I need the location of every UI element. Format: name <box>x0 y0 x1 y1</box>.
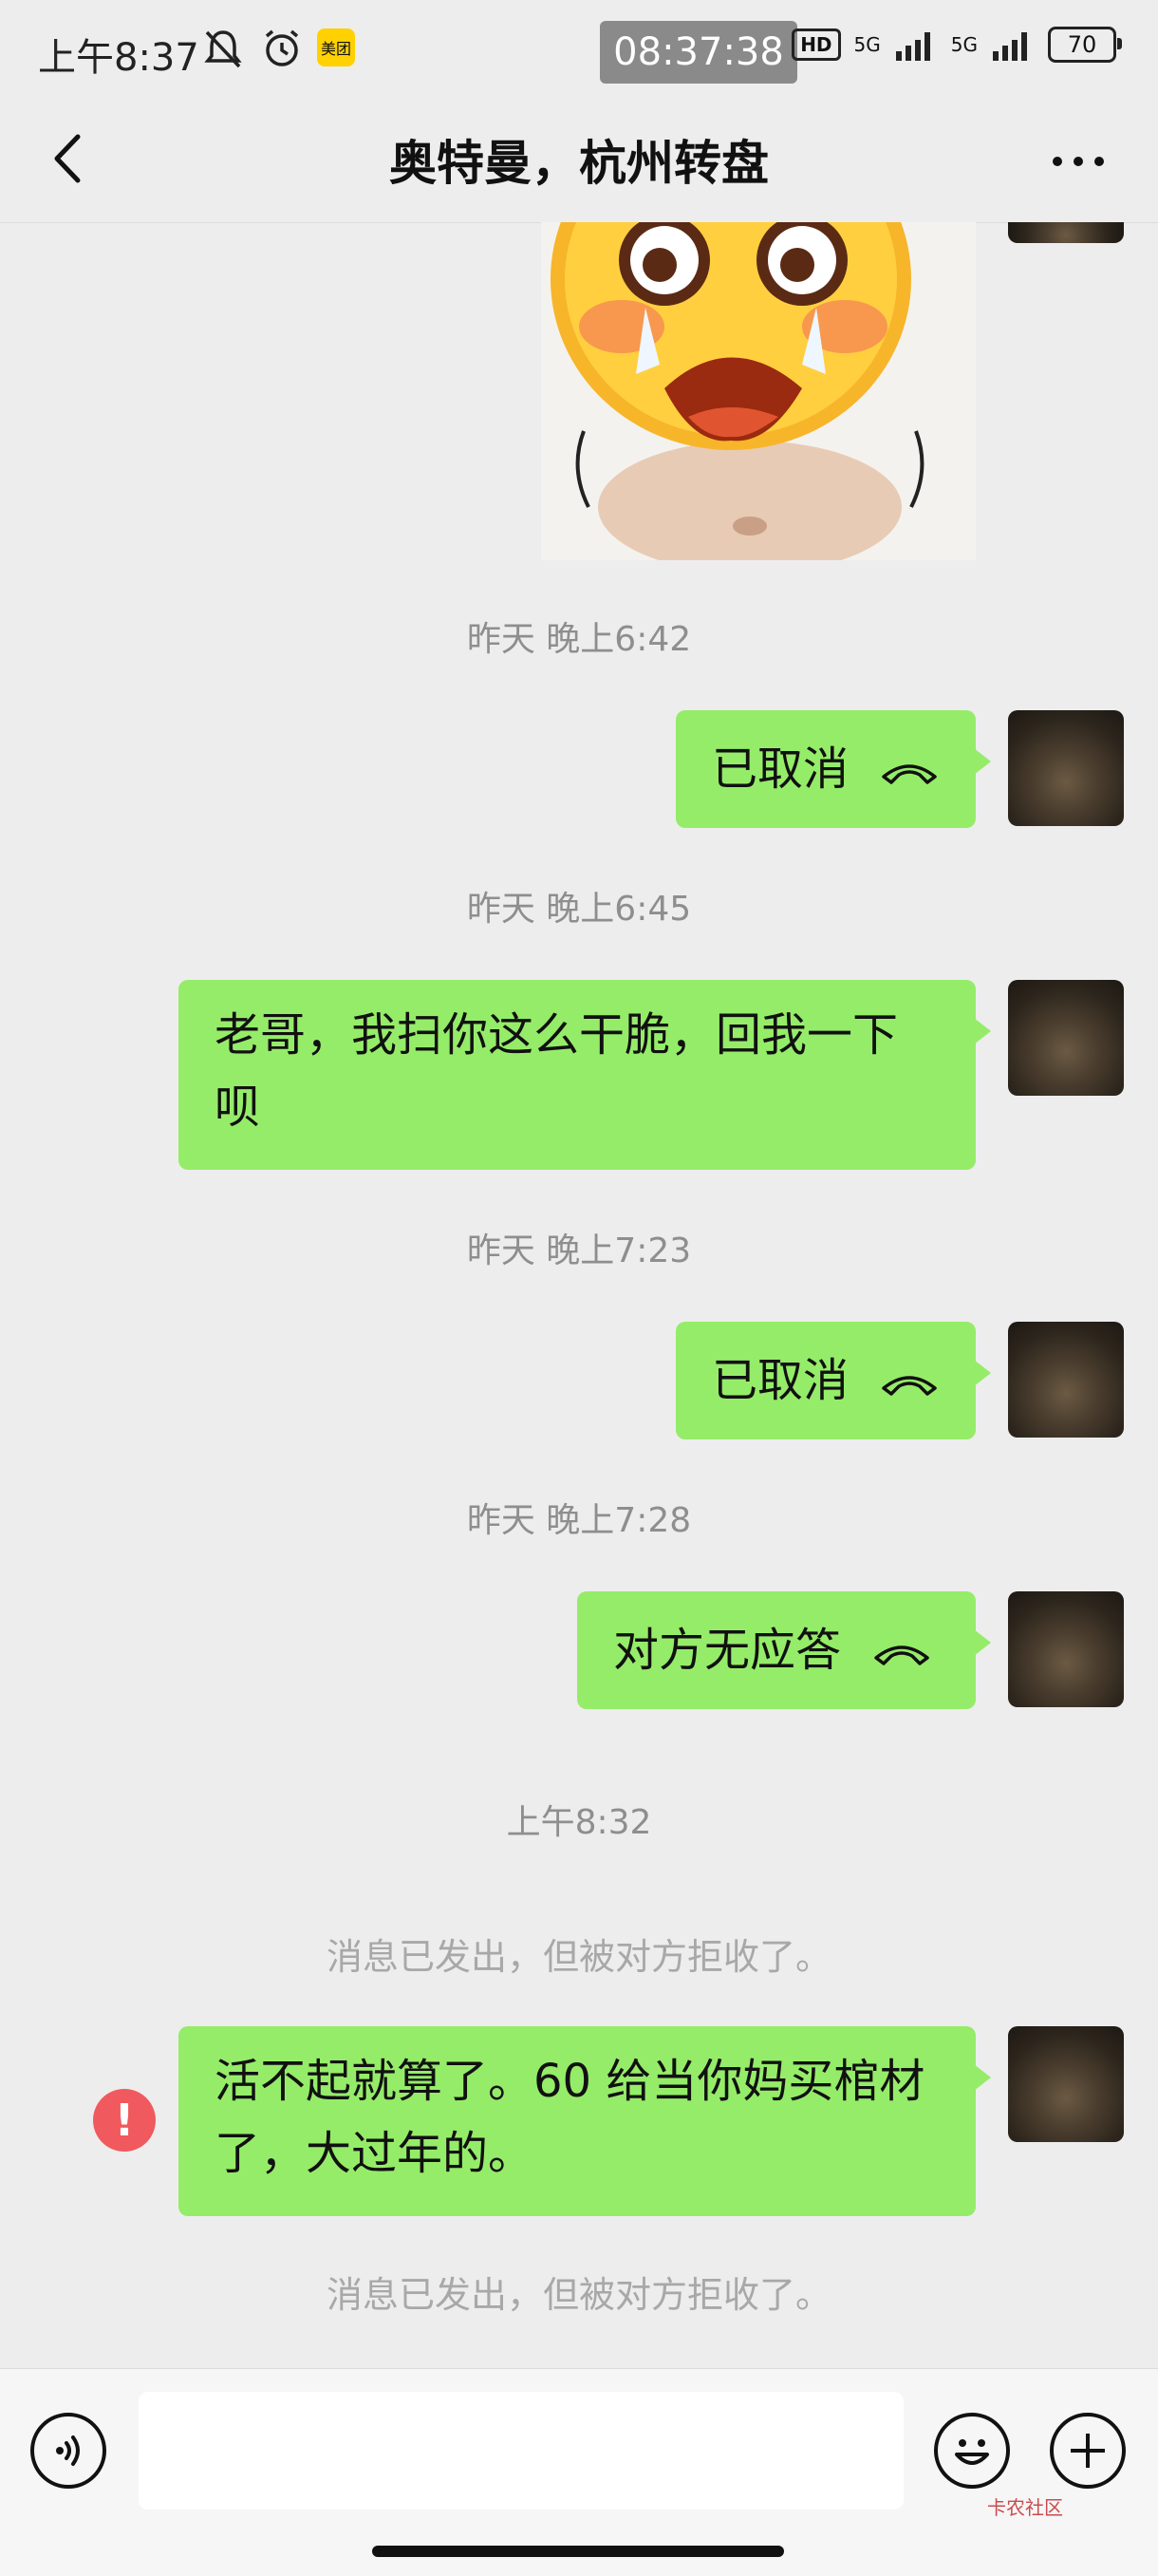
my-avatar[interactable] <box>1008 2026 1124 2142</box>
clock-overlay: 08:37:38 <box>600 21 797 84</box>
alarm-icon <box>265 29 299 66</box>
rejected-notice: 消息已发出，但被对方拒收了。 <box>326 2274 831 2316</box>
watermark: 卡农社区 <box>987 2496 1063 2519</box>
hd-badge: HD <box>792 28 841 61</box>
emoji-icon <box>955 2439 989 2465</box>
message-bubble[interactable]: 活不起就算了。60 给当你妈买棺材了，大过年的。 <box>178 2026 991 2216</box>
signal-icon <box>895 32 930 61</box>
chat-header: 奥特曼，杭州转盘 <box>0 104 1158 223</box>
my-avatar[interactable] <box>1008 1591 1124 1707</box>
network-1: 5G <box>853 33 881 56</box>
my-avatar[interactable] <box>1008 1322 1124 1438</box>
voice-icon <box>56 2435 80 2466</box>
timestamp: 昨天 晚上6:42 <box>466 620 692 659</box>
message-bubble[interactable]: 老哥，我扫你这么干脆，回我一下呗 <box>178 980 991 1170</box>
sticker-image[interactable] <box>541 222 976 560</box>
rejected-notice: 消息已发出，但被对方拒收了。 <box>326 1936 831 1978</box>
error-icon[interactable]: ! <box>93 2089 156 2152</box>
timestamp: 昨天 晚上7:23 <box>466 1232 692 1270</box>
timestamp: 昨天 晚上6:45 <box>466 890 692 929</box>
my-avatar[interactable] <box>1008 222 1124 243</box>
home-indicator[interactable] <box>372 2546 784 2557</box>
plus-icon <box>1071 2434 1105 2468</box>
network-2: 5G <box>950 33 978 56</box>
call-record-bubble[interactable]: 已取消 <box>676 1322 991 1439</box>
input-bar: 卡农社区 <box>0 2368 1158 2576</box>
my-avatar[interactable] <box>1008 980 1124 1096</box>
call-status-text: 已取消 <box>712 743 850 796</box>
battery-indicator: 70 <box>1048 27 1122 63</box>
phone-hangup-icon <box>874 1645 930 1665</box>
chat-title: 奥特曼，杭州转盘 <box>389 136 769 191</box>
status-indicators: HD 5G 5G 70 <box>792 27 1122 63</box>
phone-hangup-icon <box>882 764 938 784</box>
message-input[interactable] <box>139 2392 904 2510</box>
more-icon[interactable] <box>1040 133 1116 190</box>
voice-button[interactable] <box>30 2413 106 2489</box>
my-avatar[interactable] <box>1008 710 1124 826</box>
timestamp: 上午8:32 <box>506 1803 652 1842</box>
plus-button[interactable] <box>1050 2413 1126 2489</box>
call-status-text: 已取消 <box>712 1354 850 1407</box>
message-text: 老哥，我扫你这么干脆，回我一下呗 <box>215 1008 899 1134</box>
meituan-icon: 美团 <box>317 28 355 66</box>
call-status-text: 对方无应答 <box>613 1624 842 1677</box>
timestamp: 昨天 晚上7:28 <box>466 1501 692 1540</box>
mute-bell-icon <box>204 30 242 68</box>
status-bar: 上午8:37 美团 08:37:38 HD 5G 5G 70 <box>0 0 1158 104</box>
signal-icon <box>993 32 1027 61</box>
call-record-bubble[interactable]: 对方无应答 <box>577 1591 991 1709</box>
phone-hangup-icon <box>882 1376 938 1396</box>
status-time: 上午8:37 <box>38 36 199 80</box>
emoji-button[interactable] <box>934 2413 1010 2489</box>
call-record-bubble[interactable]: 已取消 <box>676 710 991 828</box>
message-text: 活不起就算了。60 给当你妈买棺材了，大过年的。 <box>215 2055 925 2180</box>
